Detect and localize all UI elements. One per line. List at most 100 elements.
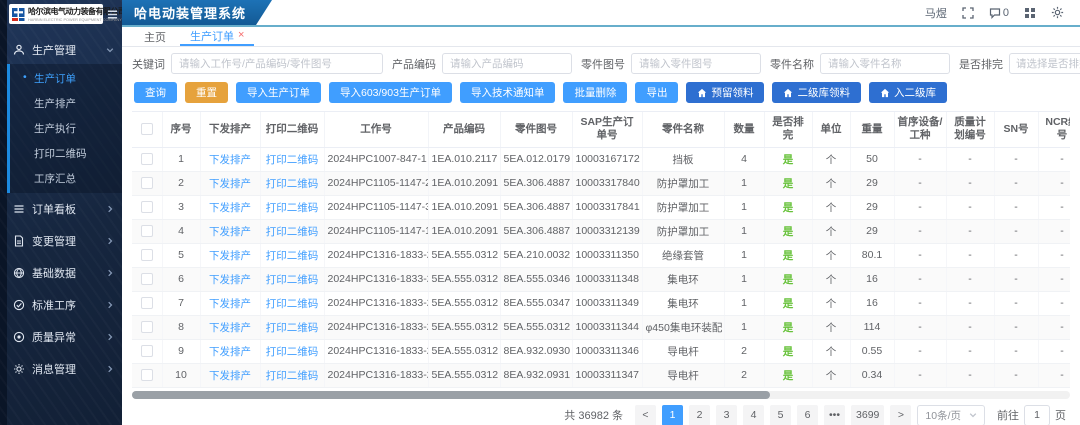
column-header: 重量	[850, 112, 894, 147]
issue-production-link[interactable]: 下发排产	[209, 178, 251, 190]
close-icon[interactable]: ×	[238, 30, 244, 41]
tab-production-order[interactable]: 生产订单 ×	[180, 27, 254, 46]
print-qrcode-link[interactable]: 打印二维码	[266, 346, 319, 358]
page-button-6[interactable]: 6	[797, 405, 818, 425]
row-checkbox[interactable]	[141, 201, 153, 213]
issue-production-link[interactable]: 下发排产	[209, 154, 251, 166]
username[interactable]: 马煜	[925, 5, 947, 21]
filter-select-4[interactable]: 请选择是否排完	[1009, 53, 1080, 74]
sidebar-item-5[interactable]: 消息管理	[0, 353, 122, 385]
column-header: NCR编号	[1038, 112, 1070, 147]
sidebar-subitem-4[interactable]: 工序汇总	[10, 166, 122, 191]
toolbar-button-4[interactable]: 导入技术通知单	[460, 82, 556, 103]
row-checkbox[interactable]	[141, 321, 153, 333]
cell-first_equip: -	[894, 171, 946, 195]
messages-button[interactable]: 0	[989, 7, 1009, 19]
page-size-select[interactable]: 10条/页	[917, 405, 985, 425]
cell-product_code: 1EA.010.2091	[428, 219, 500, 243]
filter-input-3[interactable]	[820, 53, 950, 74]
issue-production-link[interactable]: 下发排产	[209, 346, 251, 358]
next-page-button[interactable]: >	[890, 405, 911, 425]
filter-input-1[interactable]	[442, 53, 572, 74]
cell-sn_no: -	[994, 267, 1038, 291]
print-qrcode-link[interactable]: 打印二维码	[266, 226, 319, 238]
page-button-2[interactable]: 2	[689, 405, 710, 425]
print-qrcode-link[interactable]: 打印二维码	[266, 250, 319, 262]
sidebar-subitem-0[interactable]: 生产订单	[10, 66, 122, 91]
toolbar-button-8[interactable]: 二级库领料	[772, 82, 861, 103]
issue-production-link[interactable]: 下发排产	[209, 202, 251, 214]
print-qrcode-link[interactable]: 打印二维码	[266, 274, 319, 286]
toolbar-button-2[interactable]: 导入生产订单	[236, 82, 321, 103]
cell-seq: 8	[162, 315, 200, 339]
print-qrcode-link[interactable]: 打印二维码	[266, 154, 319, 166]
sidebar-item-0[interactable]: 订单看板	[0, 193, 122, 225]
cell-product_code: 5EA.555.0312	[428, 243, 500, 267]
select-all-checkbox[interactable]	[141, 123, 153, 135]
cell-sn_no: -	[994, 147, 1038, 171]
sidebar-item-2[interactable]: 基础数据	[0, 257, 122, 289]
row-checkbox[interactable]	[141, 369, 153, 381]
print-qrcode-link[interactable]: 打印二维码	[266, 370, 319, 382]
sidebar-item-1[interactable]: 变更管理	[0, 225, 122, 257]
prev-page-button[interactable]: <	[635, 405, 656, 425]
fullscreen-icon[interactable]	[962, 7, 974, 19]
cell-quality_plan_no: -	[946, 291, 994, 315]
chevron-right-icon	[106, 269, 114, 277]
sidebar-subitem-1[interactable]: 生产排产	[10, 91, 122, 116]
toolbar-button-5[interactable]: 批量删除	[563, 82, 627, 103]
print-qrcode-link[interactable]: 打印二维码	[266, 178, 319, 190]
print-qrcode-link[interactable]: 打印二维码	[266, 298, 319, 310]
row-checkbox[interactable]	[141, 249, 153, 261]
print-qrcode-link[interactable]: 打印二维码	[266, 322, 319, 334]
filter-input-0[interactable]	[171, 53, 383, 74]
horizontal-scrollbar[interactable]	[132, 391, 1070, 399]
issue-production-link[interactable]: 下发排产	[209, 250, 251, 262]
toolbar-button-7[interactable]: 预留领料	[686, 82, 764, 103]
goto-page-input[interactable]	[1024, 405, 1050, 425]
cell-qty: 1	[724, 291, 764, 315]
issue-production-link[interactable]: 下发排产	[209, 370, 251, 382]
sidebar-item-3[interactable]: 标准工序	[0, 289, 122, 321]
issue-production-link[interactable]: 下发排产	[209, 274, 251, 286]
row-checkbox[interactable]	[141, 225, 153, 237]
tab-home[interactable]: 主页	[134, 27, 176, 46]
chevron-right-icon	[106, 365, 114, 373]
issue-production-link[interactable]: 下发排产	[209, 298, 251, 310]
row-checkbox[interactable]	[141, 297, 153, 309]
filter-input-2[interactable]	[631, 53, 761, 74]
cell-first_equip: -	[894, 219, 946, 243]
cell-quality_plan_no: -	[946, 339, 994, 363]
sidebar-item-4[interactable]: 质量异常	[0, 321, 122, 353]
print-qrcode-link[interactable]: 打印二维码	[266, 202, 319, 214]
row-checkbox[interactable]	[141, 273, 153, 285]
toolbar-button-0[interactable]: 查询	[134, 82, 177, 103]
apps-grid-icon[interactable]	[1024, 7, 1036, 19]
page-button-4[interactable]: 4	[743, 405, 764, 425]
cell-sn_no: -	[994, 243, 1038, 267]
sidebar-item-production-management[interactable]: 生产管理	[0, 36, 122, 64]
page-button-3[interactable]: 3	[716, 405, 737, 425]
gear-icon[interactable]	[1051, 6, 1064, 19]
row-checkbox[interactable]	[141, 177, 153, 189]
cell-ncr_no: -	[1038, 339, 1070, 363]
page-button-5[interactable]: 5	[770, 405, 791, 425]
issue-production-link[interactable]: 下发排产	[209, 322, 251, 334]
row-checkbox[interactable]	[141, 345, 153, 357]
scrollbar-thumb[interactable]	[132, 391, 770, 399]
toolbar-button-3[interactable]: 导入603/903生产订单	[329, 82, 452, 103]
toolbar-button-6[interactable]: 导出	[635, 82, 678, 103]
chevron-down-icon	[969, 411, 977, 419]
page-button-3699[interactable]: 3699	[851, 405, 884, 425]
sidebar-subitem-3[interactable]: 打印二维码	[10, 141, 122, 166]
cell-weight: 0.34	[850, 363, 894, 387]
issue-production-link[interactable]: 下发排产	[209, 226, 251, 238]
sidebar-subitem-2[interactable]: 生产执行	[10, 116, 122, 141]
toolbar-button-1[interactable]: 重置	[185, 82, 228, 103]
toolbar-button-9[interactable]: 入二级库	[869, 82, 947, 103]
page-ellipsis[interactable]: •••	[824, 405, 845, 425]
row-checkbox[interactable]	[141, 153, 153, 165]
cell-part_no: 5EA.306.4887	[500, 195, 572, 219]
page-button-1[interactable]: 1	[662, 405, 683, 425]
cell-seq: 7	[162, 291, 200, 315]
